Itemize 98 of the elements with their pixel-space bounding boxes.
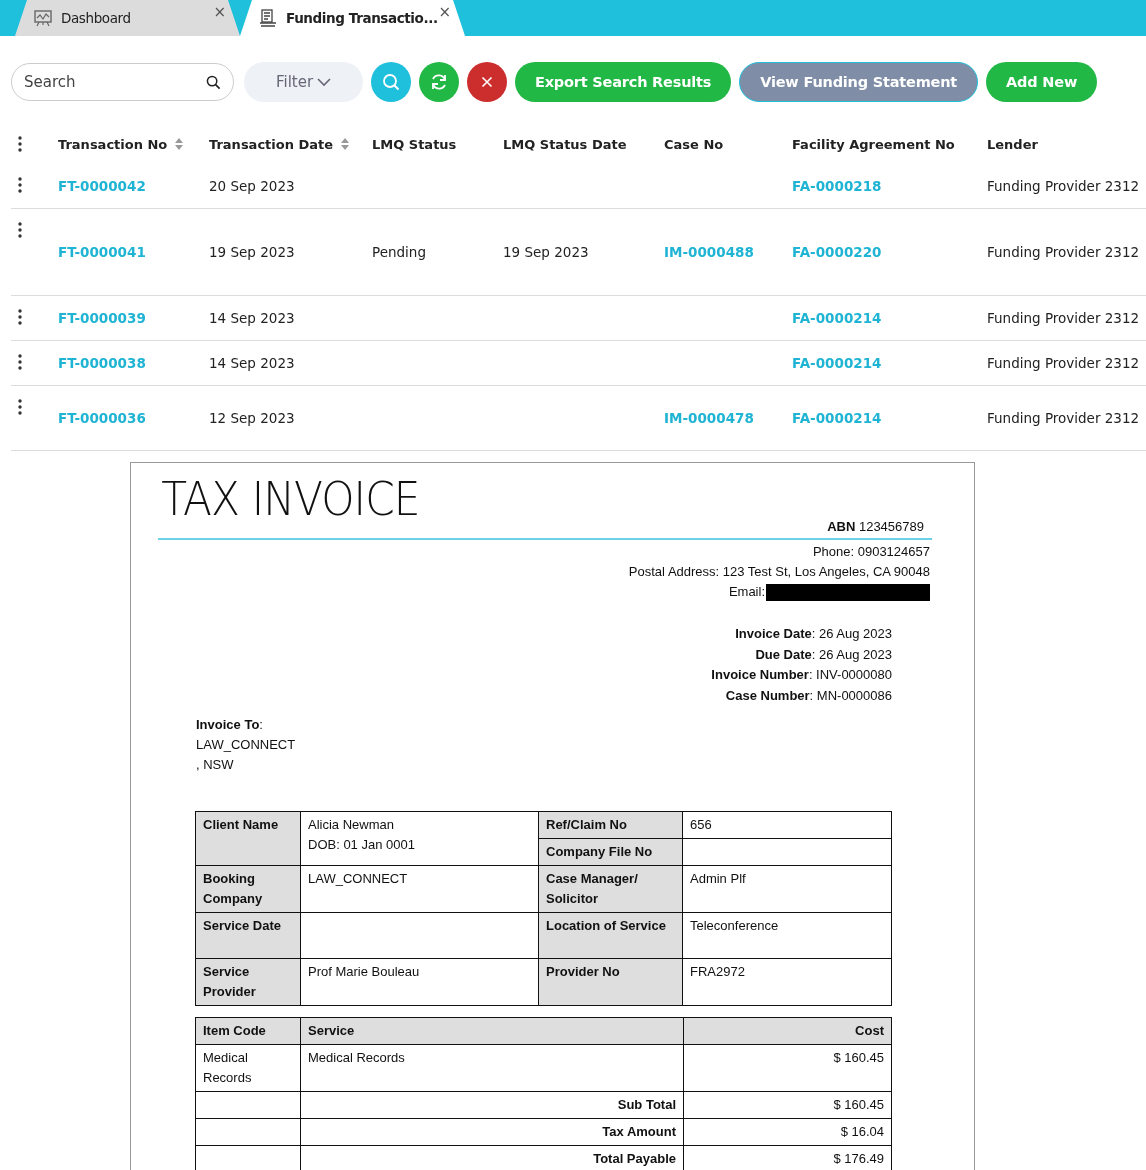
field-value: 656: [690, 817, 712, 832]
more-icon[interactable]: [18, 399, 22, 415]
column-header[interactable]: LMQ Status Date: [503, 136, 627, 152]
close-button[interactable]: ×: [213, 3, 226, 21]
field-value: Prof Marie Bouleau: [308, 963, 421, 981]
document-stack-icon: [258, 8, 278, 28]
record-link[interactable]: FA-0000214: [792, 410, 882, 426]
table-cell: 19 Sep 2023: [503, 244, 589, 260]
record-link[interactable]: FA-0000214: [792, 355, 882, 371]
record-link[interactable]: IM-0000488: [664, 244, 754, 260]
column-header[interactable]: Case No: [664, 136, 724, 152]
search-icon: [206, 75, 221, 90]
field-label: Booking Company: [203, 871, 263, 906]
tab-label: Dashboard: [61, 10, 131, 26]
invoice-meta: Case Number: MN-0000086: [725, 686, 892, 705]
invoice-meta: Due Date: 26 Aug 2023: [755, 645, 892, 664]
abn-text: ABN 123456789: [827, 519, 924, 534]
more-icon[interactable]: [18, 354, 22, 370]
table-cell: 14 Sep 2023: [209, 310, 295, 326]
table-cell: Funding Provider 2312: [987, 410, 1140, 426]
record-link[interactable]: FT-0000038: [58, 355, 146, 371]
more-icon[interactable]: [18, 309, 22, 325]
clear-button[interactable]: [467, 62, 507, 102]
total-value: $ 176.49: [833, 1151, 884, 1166]
column-header: Item Code: [203, 1023, 266, 1038]
record-link[interactable]: FA-0000218: [792, 178, 882, 194]
close-button[interactable]: ×: [438, 3, 451, 21]
sort-icon[interactable]: [341, 138, 350, 150]
field-value: LAW_CONNECT: [308, 870, 409, 888]
field-value: DOB: 01 Jan 0001: [308, 836, 416, 854]
field-label: Provider No: [546, 964, 620, 979]
more-icon[interactable]: [18, 177, 22, 193]
field-label: Client Name: [203, 817, 279, 832]
field-label: Service Provider: [203, 964, 256, 999]
record-link[interactable]: FA-0000214: [792, 310, 882, 326]
column-header[interactable]: Facility Agreement No: [792, 136, 955, 152]
table-cell: $ 160.45: [833, 1050, 884, 1065]
total-label: Sub Total: [617, 1097, 676, 1112]
refresh-icon: [429, 72, 449, 92]
record-link[interactable]: IM-0000478: [664, 410, 754, 426]
invoice-to-label: Invoice To:: [196, 716, 264, 734]
table-cell: 19 Sep 2023: [209, 244, 295, 260]
field-value: Admin Plf: [690, 871, 746, 886]
column-header[interactable]: Transaction No: [58, 136, 168, 152]
total-label: Tax Amount: [602, 1124, 676, 1139]
column-header[interactable]: Transaction Date: [209, 136, 334, 152]
record-link[interactable]: FT-0000036: [58, 410, 146, 426]
search-icon: [381, 72, 401, 92]
table-cell: Funding Provider 2312: [987, 355, 1140, 371]
field-value: Teleconference: [690, 918, 779, 933]
contact-line: Phone: 0903124657: [812, 543, 930, 561]
record-link[interactable]: FT-0000042: [58, 178, 146, 194]
filter-button[interactable]: Filter: [244, 62, 363, 102]
field-label: Location of Service: [546, 918, 666, 933]
tab-label: Funding Transactio...: [286, 10, 438, 26]
column-header: Cost: [855, 1023, 884, 1038]
search-field[interactable]: Search: [11, 63, 234, 101]
address-line: LAW_CONNECT: [196, 736, 297, 754]
column-header: Service: [308, 1023, 355, 1038]
email-label: Email:: [728, 583, 765, 601]
easel-chart-icon: [33, 8, 53, 28]
tab[interactable]: Dashboard ×: [15, 0, 240, 36]
record-link[interactable]: FT-0000039: [58, 310, 146, 326]
column-header[interactable]: Lender: [987, 136, 1038, 152]
column-header[interactable]: LMQ Status: [372, 136, 457, 152]
record-link[interactable]: FA-0000220: [792, 244, 882, 260]
table-cell: 12 Sep 2023: [209, 410, 295, 426]
refresh-button[interactable]: [419, 62, 459, 102]
more-icon[interactable]: [18, 136, 22, 152]
field-label: Ref/Claim No: [546, 817, 627, 832]
field-value: FRA2972: [690, 964, 745, 979]
table-cell: Funding Provider 2312: [987, 310, 1140, 326]
table-cell: Funding Provider 2312: [987, 244, 1140, 260]
more-icon[interactable]: [18, 222, 22, 238]
caret-icon: [317, 77, 332, 87]
invoice-title: TAX INVOICE: [160, 471, 421, 525]
table-cell: Medical Records: [308, 1050, 405, 1065]
action-button[interactable]: View Funding Statement: [739, 62, 979, 102]
field-label: Service Date: [203, 918, 282, 933]
table-cell: 14 Sep 2023: [209, 355, 295, 371]
table-cell: Pending: [372, 244, 426, 260]
action-button[interactable]: Export Search Results: [515, 62, 732, 102]
table-cell: Medical Records: [203, 1050, 252, 1085]
invoice-meta: Invoice Date: 26 Aug 2023: [735, 625, 892, 643]
table-cell: Funding Provider 2312: [987, 178, 1140, 194]
field-label: Company File No: [546, 844, 653, 859]
total-label: Total Payable: [593, 1151, 676, 1166]
action-button[interactable]: Add New: [986, 62, 1098, 102]
record-link[interactable]: FT-0000041: [58, 244, 146, 260]
invoice-meta: Invoice Number: INV-0000080: [711, 666, 892, 684]
total-value: $ 16.04: [840, 1124, 884, 1139]
field-value: Alicia Newman: [308, 816, 395, 834]
total-value: $ 160.45: [833, 1097, 884, 1112]
field-label: Case Manager/ Solicitor: [546, 871, 638, 906]
address-line: , NSW: [196, 756, 235, 774]
table-cell: 20 Sep 2023: [209, 178, 295, 194]
contact-line: Postal Address: 123 Test St, Los Angeles, CA 90048: [628, 563, 930, 581]
sort-icon[interactable]: [175, 138, 184, 150]
